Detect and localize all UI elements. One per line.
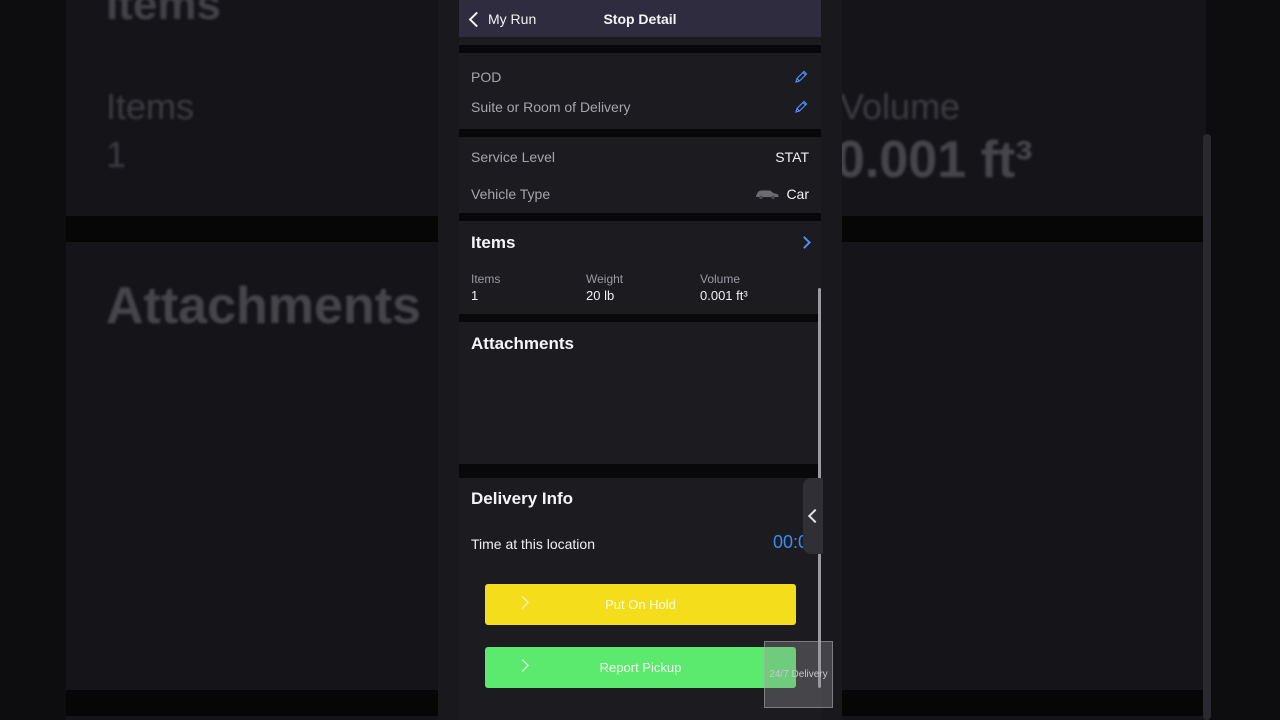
items-section-title: Items	[471, 233, 516, 252]
put-on-hold-button[interactable]: Put On Hold	[485, 584, 796, 625]
service-level-row: Service Level STAT	[471, 149, 809, 169]
section-separator	[459, 129, 821, 137]
stop-detail-content: POD Suite or Room of Delivery Service Le…	[459, 37, 821, 720]
service-level-value: STAT	[775, 149, 809, 165]
phone-screen: My Run Stop Detail POD Suite or Room of …	[438, 0, 842, 720]
background-items-value: 1	[106, 134, 127, 175]
stat-value: 20 lb	[586, 288, 615, 303]
background-volume-value: 0.001 ft³	[836, 131, 1033, 189]
pencil-icon[interactable]	[793, 69, 809, 85]
stat-value: 1	[471, 288, 479, 303]
pod-label: POD	[471, 69, 502, 85]
items-count-stat: Items 1	[471, 272, 500, 303]
stat-label: Volume	[700, 272, 741, 286]
navigation-bar: My Run Stop Detail	[459, 0, 821, 37]
background-items-heading: Items	[106, 0, 221, 29]
attachments-section-title: Attachments	[471, 334, 574, 353]
page-title: Stop Detail	[603, 11, 677, 27]
service-level-label: Service Level	[471, 149, 556, 165]
section-separator	[459, 213, 821, 221]
delivery-info-title: Delivery Info	[471, 489, 574, 508]
chevron-right-icon	[516, 596, 529, 609]
background-volume-label: Volume	[840, 86, 961, 127]
weight-stat: Weight 20 lb	[586, 272, 623, 303]
watermark-logo: 24/7 Delivery	[764, 641, 833, 708]
chevron-left-icon	[807, 508, 823, 524]
stat-label: Items	[471, 272, 501, 286]
report-pickup-label: Report Pickup	[599, 660, 682, 675]
vehicle-type-row: Vehicle Type Car	[471, 186, 809, 206]
background-scrollbar	[1203, 134, 1211, 720]
background-attachments-heading: Attachments	[106, 277, 421, 335]
stat-label: Weight	[586, 272, 624, 286]
section-separator	[459, 464, 821, 478]
side-panel-handle[interactable]	[803, 478, 823, 554]
chevron-right-icon[interactable]	[798, 236, 811, 249]
report-pickup-button[interactable]: Report Pickup	[485, 647, 796, 688]
background-items-label: Items	[106, 86, 195, 127]
vehicle-type-label: Vehicle Type	[471, 186, 551, 202]
suite-room-row[interactable]: Suite or Room of Delivery	[471, 99, 809, 119]
volume-stat: Volume 0.001 ft³	[700, 272, 748, 303]
section-separator	[459, 314, 821, 322]
pod-row[interactable]: POD	[471, 69, 809, 89]
vehicle-type-value: Car	[786, 186, 809, 202]
pencil-icon[interactable]	[793, 99, 809, 115]
put-on-hold-label: Put On Hold	[605, 597, 676, 612]
time-at-location-label: Time at this location	[471, 536, 595, 552]
vehicle-type-value-group: Car	[754, 186, 809, 202]
stat-value: 0.001 ft³	[700, 288, 748, 303]
section-separator	[459, 45, 821, 53]
car-icon	[756, 190, 779, 200]
time-at-location-row: Time at this location 00:02	[471, 532, 821, 556]
chevron-right-icon	[516, 659, 529, 672]
watermark-text: 24/7 Delivery	[769, 669, 828, 680]
suite-room-label: Suite or Room of Delivery	[471, 99, 631, 115]
